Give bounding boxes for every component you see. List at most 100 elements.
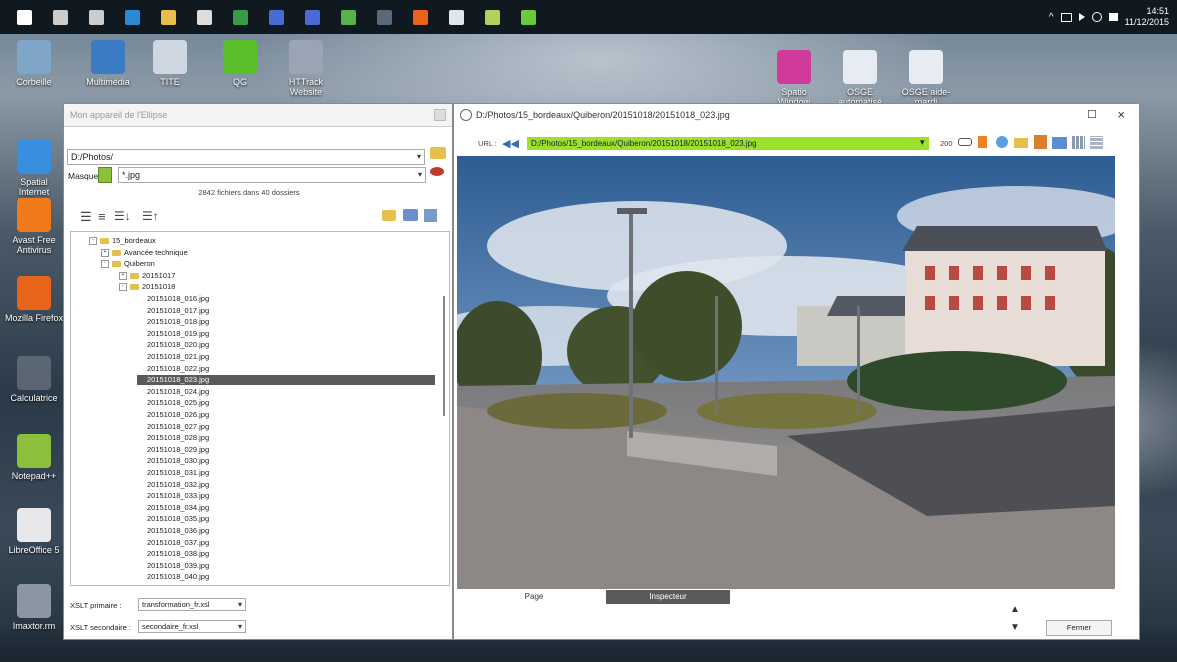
tree-file[interactable]: 20151018_025.jpg xyxy=(147,398,209,408)
collapse-icon[interactable]: - xyxy=(89,237,97,246)
chevron-up-icon[interactable]: ^ xyxy=(1049,12,1054,23)
folder-icon[interactable] xyxy=(1014,138,1028,148)
folder-icon[interactable] xyxy=(382,210,396,221)
task-view-icon[interactable] xyxy=(83,4,109,30)
save-icon[interactable] xyxy=(424,209,437,222)
tab-inspector[interactable]: Inspecteur xyxy=(606,590,730,604)
tree-file[interactable]: 20151018_029.jpg xyxy=(147,445,209,455)
tree-file[interactable]: 20151018_021.jpg xyxy=(147,352,209,362)
tree-folder[interactable]: - 20151018 xyxy=(119,282,175,292)
tree-file[interactable]: 20151018_032.jpg xyxy=(147,480,209,490)
path-select[interactable]: D:/Photos/ ▾ xyxy=(67,149,425,165)
notification-icon[interactable] xyxy=(1108,13,1118,21)
palette-icon[interactable] xyxy=(996,136,1008,148)
desktop-icon[interactable]: Calculatrice xyxy=(4,356,64,403)
tree-file[interactable]: 20151018_039.jpg xyxy=(147,561,209,571)
app-rect-icon[interactable] xyxy=(299,4,325,30)
tree-file[interactable]: 20151018_037.jpg xyxy=(147,538,209,548)
tree-file[interactable]: 20151018_026.jpg xyxy=(147,410,209,420)
desktop-icon[interactable]: HTTrack Website xyxy=(276,40,336,97)
tree-file[interactable]: 20151018_038.jpg xyxy=(147,549,209,559)
windows-start-icon[interactable] xyxy=(11,4,37,30)
zoom-value[interactable]: 200 xyxy=(940,139,953,148)
desktop-icon[interactable]: Spatial Internet Explorer xyxy=(4,140,64,207)
tree-file[interactable]: 20151018_017.jpg xyxy=(147,306,209,316)
tree-file[interactable]: 20151018_020.jpg xyxy=(147,340,209,350)
sort-up-icon[interactable]: ☰↑ xyxy=(142,209,159,223)
tree-file[interactable]: 20151018_034.jpg xyxy=(147,503,209,513)
collapse-icon[interactable]: - xyxy=(119,283,127,292)
sort-down-icon[interactable]: ☰↓ xyxy=(114,209,131,223)
arrow-up-icon[interactable]: ▲ xyxy=(1010,604,1020,615)
tree-file[interactable]: 20151018_036.jpg xyxy=(147,526,209,536)
notepad-icon[interactable] xyxy=(479,4,505,30)
filter-icon[interactable] xyxy=(98,167,112,183)
tree-file[interactable]: 20151018_016.jpg xyxy=(147,294,209,304)
desktop-icon[interactable]: Multimédia xyxy=(78,40,138,87)
volume-icon[interactable] xyxy=(1078,13,1085,21)
tree-file[interactable]: 20151018_018.jpg xyxy=(147,317,209,327)
desktop-icon[interactable]: Corbeille xyxy=(4,40,64,87)
orange-tool-icon[interactable] xyxy=(978,136,987,148)
desktop-icon[interactable]: OSGE aide-mardi xyxy=(896,50,956,107)
tree-folder[interactable]: - 15_bordeaux xyxy=(89,236,156,246)
tree-file[interactable]: 20151018_022.jpg xyxy=(147,364,209,374)
close-icon[interactable] xyxy=(434,109,446,121)
desktop-icon[interactable]: Notepad++ xyxy=(4,434,64,481)
desktop-icon[interactable]: LibreOffice 5 xyxy=(4,508,64,555)
document-icon[interactable] xyxy=(443,4,469,30)
tree-file[interactable]: 20151018_019.jpg xyxy=(147,329,209,339)
store-icon[interactable] xyxy=(191,4,217,30)
tree-file[interactable]: 20151018_023.jpg xyxy=(137,375,435,386)
expand-icon[interactable]: + xyxy=(101,248,109,257)
arrow-down-icon[interactable]: ▼ xyxy=(1010,622,1020,633)
close-viewer-button[interactable]: Fermer xyxy=(1046,620,1112,636)
tree-file[interactable]: 20151018_040.jpg xyxy=(147,572,209,582)
file-tree[interactable]: -15_bordeaux + Avancée technique - Quiberon +… xyxy=(70,231,450,586)
tree-file[interactable]: 20151018_024.jpg xyxy=(147,387,209,397)
desktop-icon[interactable]: Avast Free Antivirus xyxy=(4,198,64,255)
tree-file[interactable]: 20151018_035.jpg xyxy=(147,514,209,524)
network-icon[interactable] xyxy=(1060,12,1072,22)
clock[interactable]: 14:51 11/12/2015 xyxy=(1125,6,1169,28)
tree-folder[interactable]: - Quiberon xyxy=(101,259,155,269)
app-blue-icon[interactable] xyxy=(263,4,289,30)
list-icon[interactable]: ≡ xyxy=(98,209,106,224)
tree-scrollbar[interactable] xyxy=(443,236,447,581)
books-icon[interactable] xyxy=(1034,135,1047,149)
search-icon[interactable] xyxy=(47,4,73,30)
xslt-primary-select[interactable]: transformation_fr.xsl ▾ xyxy=(138,598,246,611)
tree-file[interactable]: 20151018_031.jpg xyxy=(147,468,209,478)
tree-file[interactable]: 20151018_030.jpg xyxy=(147,456,209,466)
collapse-icon[interactable]: - xyxy=(101,260,109,269)
tree-folder[interactable]: +20151017 xyxy=(119,271,175,281)
tree-file[interactable]: 20151018_033.jpg xyxy=(147,491,209,501)
app-leaf-icon[interactable] xyxy=(335,4,361,30)
close-button[interactable]: × xyxy=(1117,107,1125,122)
app-terminal-icon[interactable] xyxy=(371,4,397,30)
xslt-secondary-select[interactable]: secondaire_fr.xsl ▾ xyxy=(138,620,246,633)
desktop-icon[interactable]: QG xyxy=(210,40,270,87)
glasses-icon[interactable] xyxy=(958,138,972,146)
grid-icon[interactable] xyxy=(1072,136,1085,149)
app-green-icon[interactable] xyxy=(227,4,253,30)
file-explorer-icon[interactable] xyxy=(155,4,181,30)
tree-file[interactable]: 20151018_028.jpg xyxy=(147,433,209,443)
desktop-icon[interactable]: Imaxtor.rm xyxy=(4,584,64,631)
desktop-icon[interactable]: TITE xyxy=(140,40,200,87)
desktop-icon[interactable]: Spatio Window xyxy=(764,50,824,107)
app-q-icon[interactable] xyxy=(515,4,541,30)
maximize-button[interactable]: ☐ xyxy=(1087,108,1097,121)
desktop-icon[interactable]: OSGE automatisé xyxy=(830,50,890,107)
grid-alt-icon[interactable] xyxy=(1090,136,1103,149)
desktop-icon[interactable]: Mozilla Firefox xyxy=(4,276,64,323)
print-icon[interactable] xyxy=(1052,137,1067,149)
edge-browser-icon[interactable] xyxy=(119,4,145,30)
eye-icon[interactable] xyxy=(430,167,444,176)
folder-open-icon[interactable] xyxy=(430,147,446,159)
tree-file[interactable]: 20151018_041.jpg xyxy=(147,584,209,585)
print-icon[interactable] xyxy=(403,209,418,221)
language-icon[interactable] xyxy=(1091,12,1102,22)
chevron-down-icon[interactable]: ▾ xyxy=(920,137,925,148)
expand-icon[interactable]: + xyxy=(119,271,127,280)
